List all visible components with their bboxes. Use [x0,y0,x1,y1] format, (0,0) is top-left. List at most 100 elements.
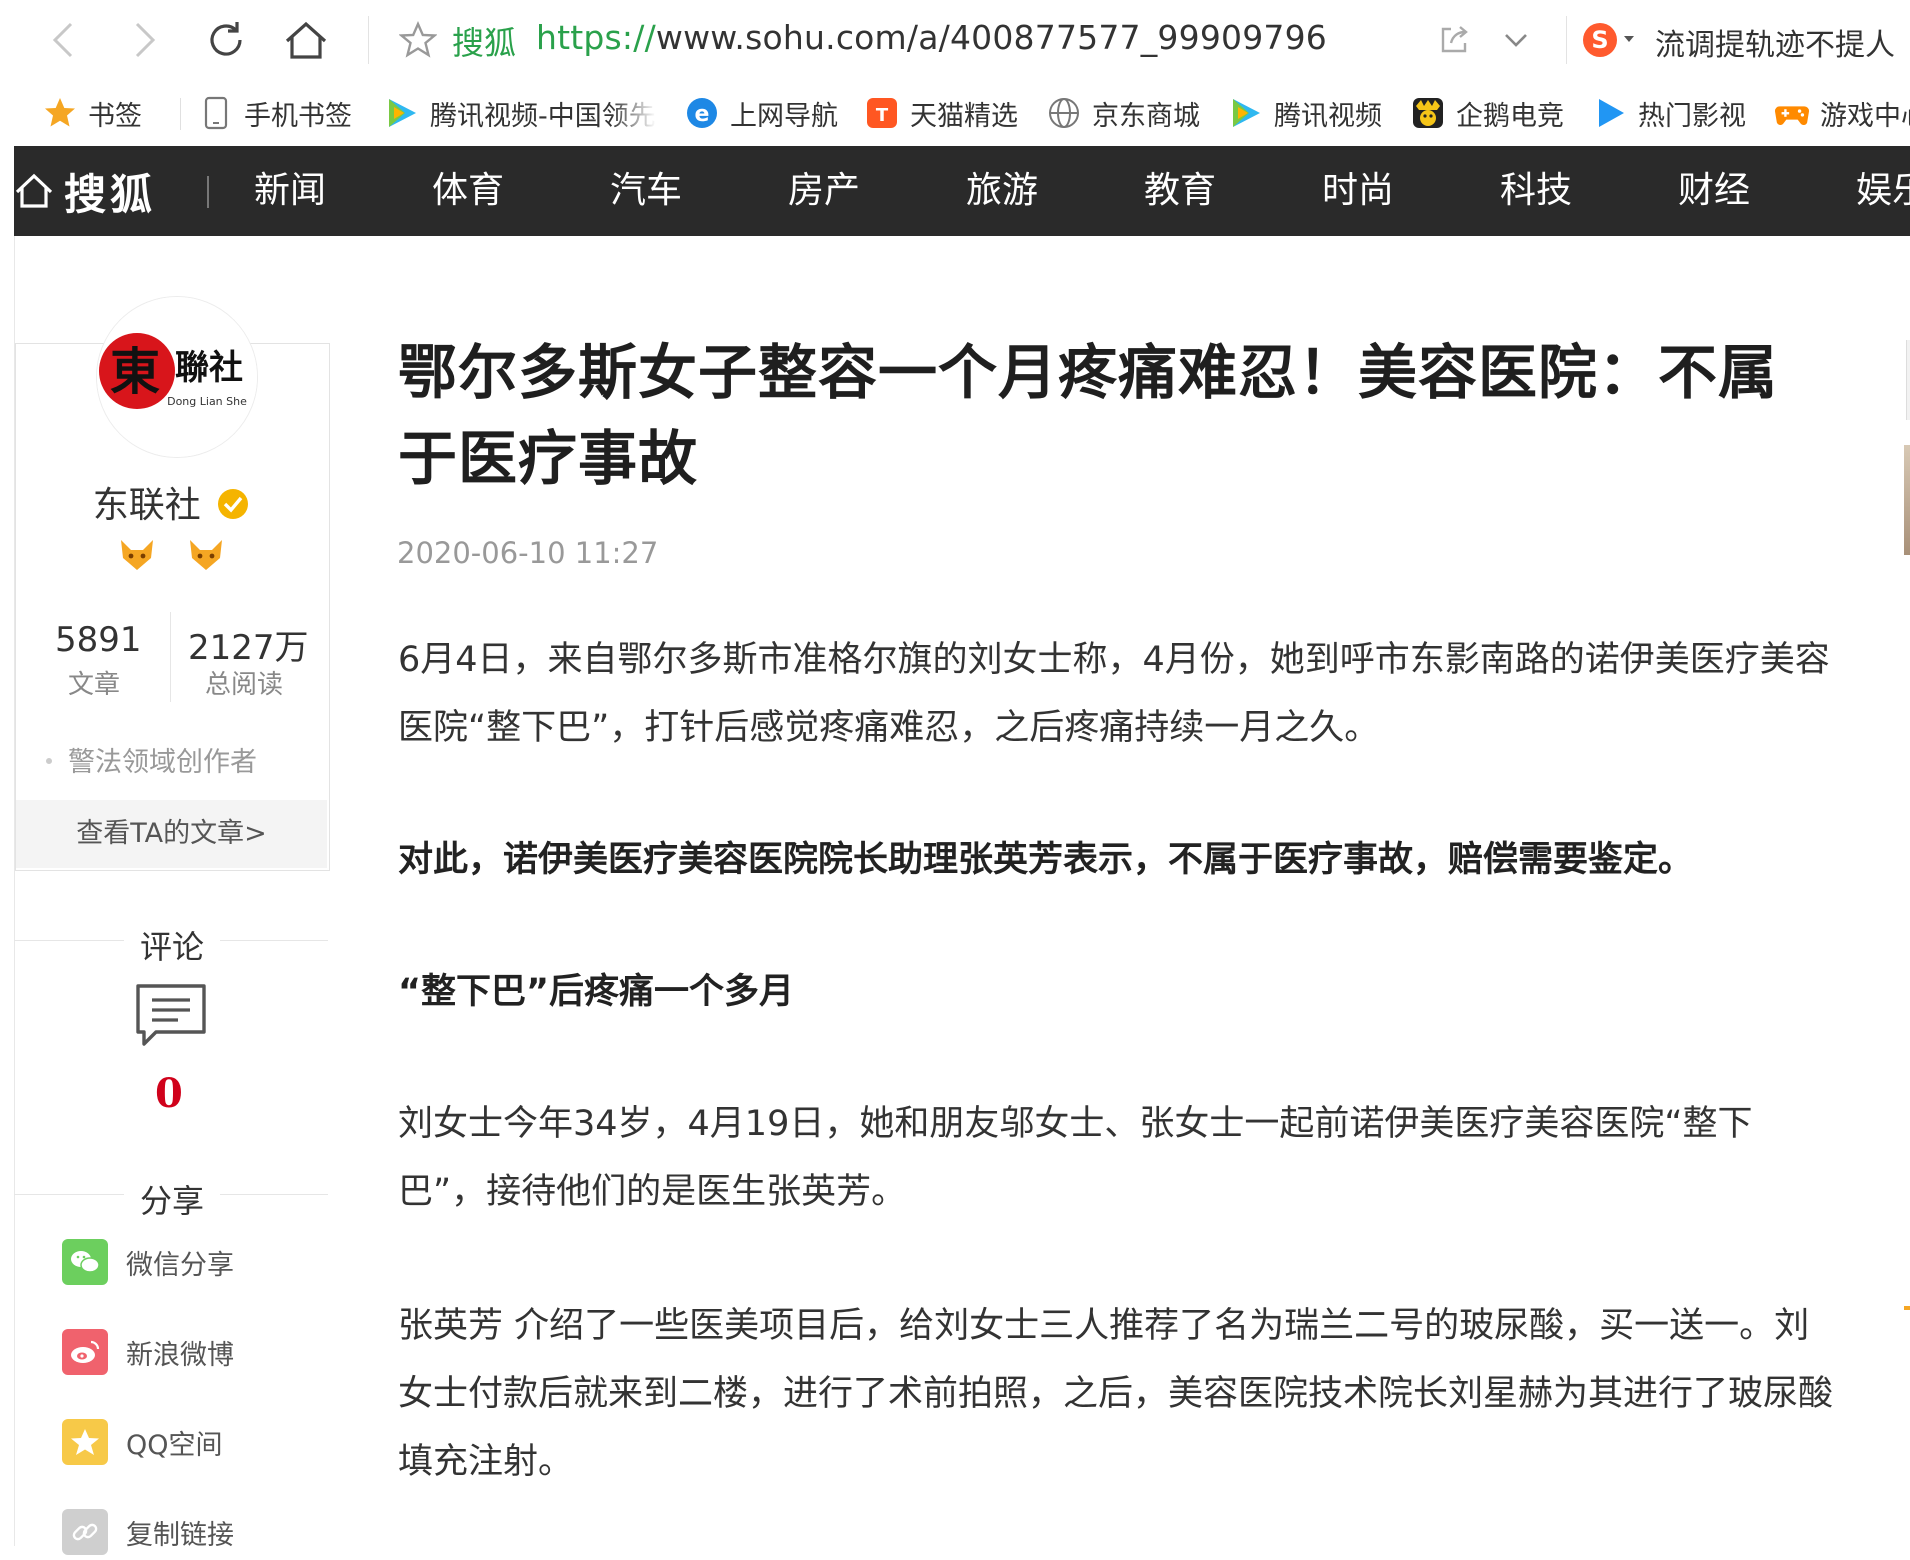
comment-icon[interactable] [134,982,208,1052]
view-author-articles-link[interactable]: 查看TA的文章> [16,800,327,868]
bookmark-label: 腾讯视频 [1274,100,1382,132]
bookmark-item[interactable]: 腾讯视频 [1228,90,1382,136]
share-weibo-button[interactable]: 新浪微博 [62,1324,234,1380]
wechat-icon [62,1239,108,1285]
bookmark-label: 上网导航 [730,100,838,132]
svg-text:e: e [695,102,710,127]
home-icon [14,172,54,210]
search-suggestion[interactable]: 流调提轨迹不提人 [1655,20,1895,64]
bookmark-label: 手机书签 [244,100,352,132]
tencent-video-icon [384,95,420,131]
sohu-logo-text: 搜狐 [64,169,157,219]
sohu-nav-bar: 搜狐 新闻 体育 汽车 房产 旅游 教育 时尚 科技 财经 娱乐 [14,146,1910,236]
nav-item-house[interactable]: 房产 [788,146,860,236]
right-edge-image [1904,445,1910,555]
bookmark-item[interactable]: 热门影视 [1592,90,1746,136]
svg-text:S: S [1591,26,1608,54]
logo-char-main: 東 [110,342,160,401]
nav-item-sports[interactable]: 体育 [432,146,504,236]
phone-icon [198,95,234,131]
article-title: 鄂尔多斯女子整容一个月疼痛难忍！美容医院：不属于医疗事故 [398,338,1779,493]
home-icon[interactable] [280,14,332,66]
bookmarks-divider [180,98,181,130]
article-paragraph: 张英芳 介绍了一些医美项目后，给刘女士三人推荐了名为瑞兰二号的玻尿酸，买一送一。… [398,1306,1834,1482]
bookmark-label: 游戏中心 [1820,100,1910,132]
bookmark-item[interactable]: 腾讯视频-中国领先 [384,90,656,136]
share-copy-link-button[interactable]: 复制链接 [62,1504,234,1560]
address-bar-url[interactable]: https://www.sohu.com/a/400877577_9990979… [536,18,1327,57]
browser-toolbar: 搜狐 https://www.sohu.com/a/400877577_9990… [0,0,1910,81]
globe-icon [1046,95,1082,131]
articles-count: 5891 [55,620,142,660]
sogou-search-icon[interactable]: S [1576,14,1646,66]
article-paragraph: 对此，诺伊美医疗美容医院院长助理张英芳表示，不属于医疗事故，赔偿需要鉴定。 [398,840,1694,880]
author-badges [15,538,328,576]
author-name: 东联社 [92,485,201,526]
share-qzone-button[interactable]: QQ空间 [62,1414,223,1470]
bookmark-item[interactable]: T 天猫精选 [864,90,1018,136]
right-edge-widget [1906,340,1910,420]
share-section-title: 分享 [140,1182,205,1220]
bookmark-label: 天猫精选 [910,100,1018,132]
article-paragraph: 刘女士今年34岁，4月19日，她和朋友邬女士、张女士一起前诺伊美医疗美容医院“整… [398,1104,1753,1212]
nav-item-fashion[interactable]: 时尚 [1322,146,1394,236]
reads-count: 2127万 [188,628,309,668]
stat-divider [170,612,171,702]
nav-item-entertainment[interactable]: 娱乐 [1856,146,1910,236]
star-icon[interactable] [392,14,444,66]
weibo-icon [62,1329,108,1375]
link-icon [62,1509,108,1555]
qzone-icon [62,1419,108,1465]
nav-item-finance[interactable]: 财经 [1678,146,1750,236]
logo-chars: 聯社 [175,348,243,388]
bookmark-label: 腾讯视频-中国领先 [430,100,656,132]
articles-label: 文章 [68,670,121,700]
nav-divider [207,176,209,208]
section-divider [220,1194,328,1195]
section-divider [220,940,328,941]
domain-tag-dot [46,758,52,764]
nav-item-travel[interactable]: 旅游 [966,146,1038,236]
nav-item-tech[interactable]: 科技 [1500,146,1572,236]
author-name-row[interactable]: 东联社 [15,476,328,530]
article-paragraph: 6月4日，来自鄂尔多斯市准格尔旗的刘女士称，4月份，她到呼市东影南路的诺伊美医疗… [398,640,1830,748]
nav-item-education[interactable]: 教育 [1144,146,1216,236]
reload-icon[interactable] [200,14,252,66]
article-publish-time: 2020-06-10 11:27 [397,536,659,570]
toolbar-divider [368,16,369,64]
penguin-esports-icon [1410,95,1446,131]
author-avatar[interactable]: 東 聯社 Dong Lian She [96,296,258,458]
fox-badge-icon [186,538,226,576]
reads-label: 总阅读 [205,670,284,700]
gamepad-icon [1774,95,1810,131]
fox-badge-icon [117,538,157,576]
bookmark-label: 书签 [88,100,142,132]
sohu-logo[interactable]: 搜狐 [14,146,156,236]
tmall-icon: T [864,95,900,131]
comment-count[interactable]: 0 [155,1070,183,1117]
star-icon [42,95,78,131]
section-divider [14,1194,124,1195]
bookmark-item[interactable]: 京东商城 [1046,90,1200,136]
bookmark-item[interactable]: 书签 [42,90,142,136]
url-scheme: https:// [536,18,656,57]
bookmark-label: 企鹅电竞 [1456,100,1564,132]
share-wechat-button[interactable]: 微信分享 [62,1234,234,1290]
logo-en: Dong Lian She [167,395,247,408]
section-divider [14,940,124,941]
nav-item-news[interactable]: 新闻 [254,146,326,236]
bookmark-label: 京东商城 [1092,100,1200,132]
verified-badge-icon [216,487,250,530]
bookmark-item[interactable]: e 上网导航 [684,90,838,136]
chevron-down-icon[interactable] [1490,14,1542,66]
back-arrow-icon[interactable] [38,14,90,66]
share-out-icon[interactable] [1428,14,1480,66]
bookmark-item[interactable]: 企鹅电竞 [1410,90,1564,136]
bookmark-item[interactable]: 手机书签 [198,90,352,136]
comment-section-title: 评论 [140,928,205,966]
share-label: 新浪微博 [126,1339,234,1371]
bookmark-item[interactable]: 游戏中心 [1774,90,1910,136]
forward-arrow-icon[interactable] [118,14,170,66]
share-label: 微信分享 [126,1249,234,1281]
nav-item-auto[interactable]: 汽车 [610,146,682,236]
